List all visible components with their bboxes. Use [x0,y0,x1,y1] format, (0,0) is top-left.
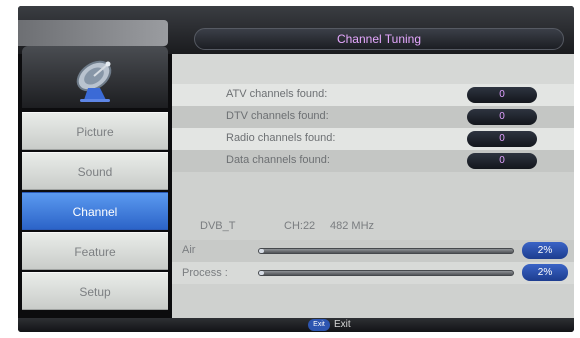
air-progress-bar [258,248,514,254]
menu-item-sound[interactable]: Sound [22,152,168,190]
count-row: DTV channels found: 0 [172,106,574,128]
air-label: Air [182,244,196,256]
process-percent: 2% [522,264,568,281]
air-percent: 2% [522,242,568,259]
count-row: ATV channels found: 0 [172,84,574,106]
exit-label[interactable]: Exit [334,318,351,332]
signal-channel: CH:22 [284,220,316,232]
dtv-count-label: DTV channels found: [226,110,329,122]
sidebar-menu: Picture Sound Channel Feature Setup [18,46,168,332]
atv-count-label: ATV channels found: [226,88,328,100]
process-progress-bar [258,270,514,276]
panel-header-stripe [172,54,574,84]
count-row: Radio channels found: 0 [172,128,574,150]
menu-item-feature[interactable]: Feature [22,232,168,270]
signal-type: DVB_T [200,220,236,232]
atv-count-value: 0 [467,87,537,103]
radio-count-label: Radio channels found: [226,132,336,144]
process-row: Process : 2% [172,262,574,284]
tuning-panel: ATV channels found: 0 DTV channels found… [172,54,574,318]
data-count-label: Data channels found: [226,154,330,166]
count-row: Data channels found: 0 [172,150,574,172]
bottom-bar: Exit Exit [18,318,574,332]
dtv-count-value: 0 [467,109,537,125]
exit-key-badge[interactable]: Exit [308,319,330,331]
menu-item-channel[interactable]: Channel [22,192,168,230]
process-progress-fill [259,271,265,275]
radio-count-value: 0 [467,131,537,147]
logo-box [22,46,168,108]
page-title: Channel Tuning [194,28,564,50]
data-count-value: 0 [467,153,537,169]
menu-item-setup[interactable]: Setup [22,272,168,310]
menu-item-picture[interactable]: Picture [22,112,168,150]
process-label: Process : [182,267,228,279]
air-row: Air 2% [172,240,574,262]
satellite-dish-icon [76,60,112,102]
tv-screen: Channel Tuning Picture Sound Channel Fea… [18,6,574,332]
air-progress-fill [259,249,265,253]
signal-frequency: 482 MHz [330,220,375,232]
top-bar-left-strip [18,20,168,46]
